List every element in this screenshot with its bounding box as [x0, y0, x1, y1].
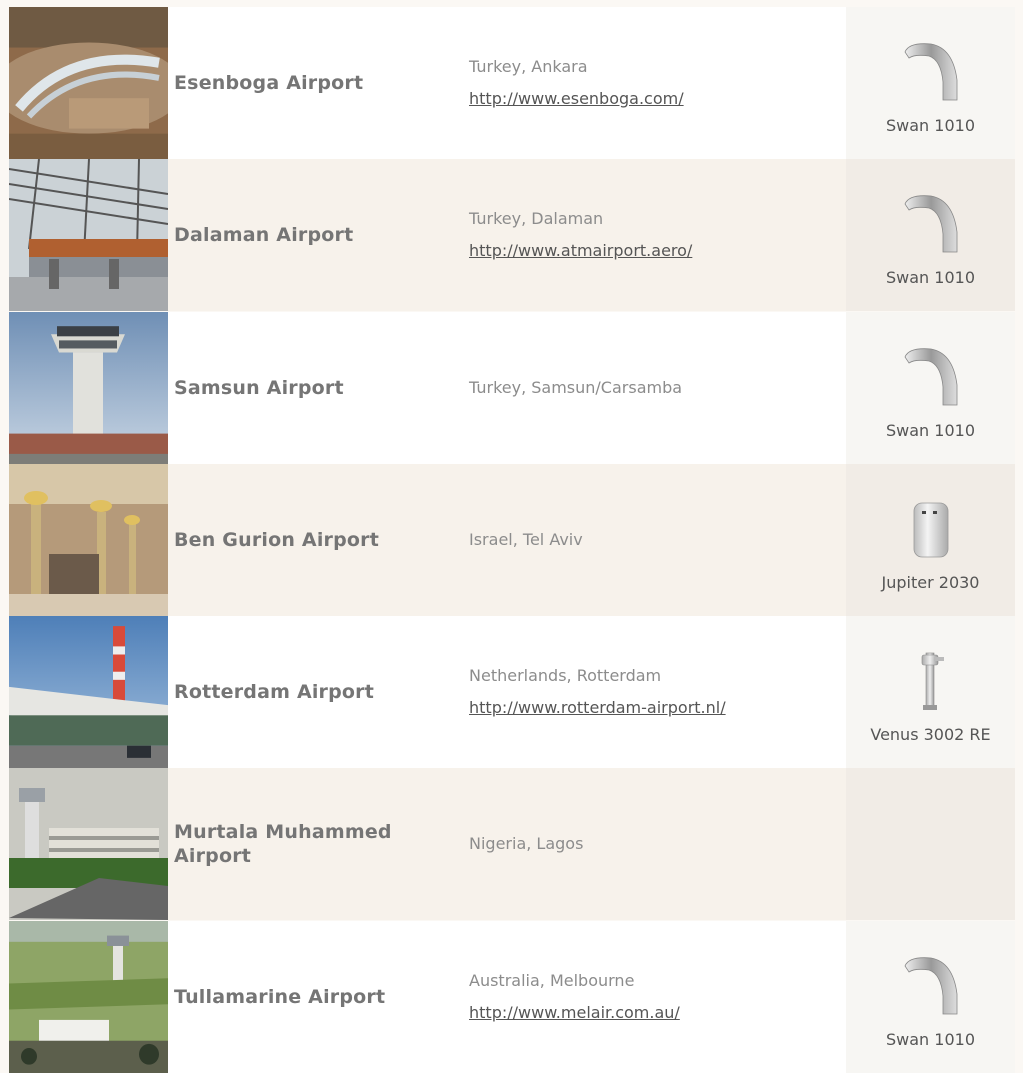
airport-photo: [9, 616, 168, 768]
product-cell: Swan 1010: [846, 921, 1015, 1073]
airport-location: Turkey, Ankara: [469, 57, 588, 76]
airport-photo: [9, 159, 168, 311]
airport-info-cell: Australia, Melbourne http://www.melair.c…: [449, 921, 846, 1073]
airport-location: Turkey, Samsun/Carsamba: [469, 378, 683, 397]
airport-name-cell: Tullamarine Airport: [168, 921, 449, 1073]
airport-photo: [9, 921, 168, 1073]
faucet-swan-icon[interactable]: [891, 337, 971, 407]
airport-name: Samsun Airport: [174, 377, 344, 399]
airport-website-link[interactable]: http://www.melair.com.au/: [469, 1001, 846, 1025]
airport-location: Australia, Melbourne: [469, 971, 635, 990]
airport-name-cell: Rotterdam Airport: [168, 616, 449, 768]
airport-website-link[interactable]: http://www.rotterdam-airport.nl/: [469, 696, 846, 720]
airport-location: Netherlands, Rotterdam: [469, 666, 662, 685]
airport-name: Tullamarine Airport: [174, 986, 386, 1008]
airport-info-cell: Israel, Tel Aviv: [449, 464, 846, 616]
product-name: Swan 1010: [886, 267, 975, 287]
airport-location: Turkey, Dalaman: [469, 209, 604, 228]
airport-website-link[interactable]: http://www.atmairport.aero/: [469, 239, 846, 263]
table-row: Esenboga Airport Turkey, Ankara http://w…: [0, 7, 1023, 159]
faucet-swan-icon[interactable]: [891, 184, 971, 254]
product-cell-empty: [846, 768, 1015, 920]
product-name: Swan 1010: [886, 420, 975, 440]
product-name: Venus 3002 RE: [870, 724, 991, 744]
airport-name: Dalaman Airport: [174, 224, 354, 246]
table-row: Samsun Airport Turkey, Samsun/Carsamba S…: [0, 312, 1023, 464]
airport-info-cell: Nigeria, Lagos: [449, 768, 846, 920]
airport-name: Rotterdam Airport: [174, 681, 375, 703]
hand-dryer-icon[interactable]: [891, 489, 971, 559]
product-name: Swan 1010: [886, 115, 975, 135]
airport-name: Murtala Muhammed Airport: [174, 821, 392, 867]
airport-name-cell: Samsun Airport: [168, 312, 449, 464]
table-row: Ben Gurion Airport Israel, Tel Aviv Jupi…: [0, 464, 1023, 616]
airport-photo: [9, 464, 168, 616]
airport-info-cell: Turkey, Ankara http://www.esenboga.com/: [449, 7, 846, 159]
airport-name: Esenboga Airport: [174, 72, 364, 94]
airport-photo: [9, 7, 168, 159]
table-row: Murtala Muhammed Airport Nigeria, Lagos: [0, 768, 1023, 920]
airport-name-cell: Ben Gurion Airport: [168, 464, 449, 616]
product-name: Swan 1010: [886, 1029, 975, 1049]
flush-valve-icon[interactable]: [891, 641, 971, 711]
faucet-swan-icon[interactable]: [891, 946, 971, 1016]
airport-location: Israel, Tel Aviv: [469, 530, 583, 549]
airport-info-cell: Netherlands, Rotterdam http://www.rotter…: [449, 616, 846, 768]
table-row: Dalaman Airport Turkey, Dalaman http://w…: [0, 159, 1023, 311]
table-row: Rotterdam Airport Netherlands, Rotterdam…: [0, 616, 1023, 768]
airport-website-link[interactable]: http://www.esenboga.com/: [469, 87, 846, 111]
product-cell: Swan 1010: [846, 159, 1015, 311]
airport-name-cell: Esenboga Airport: [168, 7, 449, 159]
airport-name-cell: Dalaman Airport: [168, 159, 449, 311]
product-cell: Swan 1010: [846, 312, 1015, 464]
airport-name: Ben Gurion Airport: [174, 529, 380, 551]
airport-info-cell: Turkey, Samsun/Carsamba: [449, 312, 846, 464]
airport-location: Nigeria, Lagos: [469, 834, 584, 853]
airport-info-cell: Turkey, Dalaman http://www.atmairport.ae…: [449, 159, 846, 311]
airport-photo: [9, 312, 168, 464]
airport-photo: [9, 768, 168, 920]
table-row: Tullamarine Airport Australia, Melbourne…: [0, 921, 1023, 1073]
faucet-swan-icon[interactable]: [891, 32, 971, 102]
product-cell: Swan 1010: [846, 7, 1015, 159]
product-cell: Venus 3002 RE: [846, 616, 1015, 768]
airport-references-table: Esenboga Airport Turkey, Ankara http://w…: [0, 0, 1023, 1073]
airport-name-cell: Murtala Muhammed Airport: [168, 768, 449, 920]
product-cell: Jupiter 2030: [846, 464, 1015, 616]
product-name: Jupiter 2030: [881, 572, 980, 592]
